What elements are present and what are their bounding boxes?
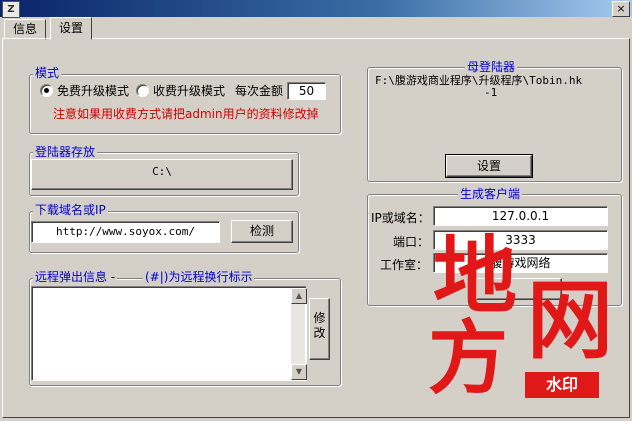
remote-hint: (#|)为远程换行标示 (143, 270, 255, 284)
amount-input[interactable]: 50 (287, 82, 326, 100)
storage-path-button[interactable]: C:\ (31, 159, 293, 190)
remote-scrollbar[interactable]: ▲ ▼ (291, 288, 307, 380)
check-button[interactable]: 检测 (231, 220, 293, 243)
master-path-line2: -1 (484, 86, 498, 99)
mode-legend: 模式 (33, 66, 62, 80)
radio-paid-label[interactable]: 收费升级模式 (153, 82, 225, 99)
download-url-input[interactable]: http://www.soyox.com/ (31, 221, 220, 243)
watermark-char-3: 网 (527, 270, 613, 371)
master-path-line1: F:\腹游戏商业程序\升级程序\Tobin.hk (375, 74, 583, 87)
scroll-up-arrow-icon[interactable]: ▲ (291, 288, 307, 304)
ip-input[interactable]: 127.0.0.1 (433, 206, 608, 226)
scroll-down-arrow-icon[interactable]: ▼ (291, 364, 307, 380)
title-bar (0, 0, 632, 17)
app-icon: Z (2, 1, 20, 18)
radio-selected-dot (44, 88, 49, 93)
tab-info[interactable]: 信息 (4, 19, 47, 40)
amount-label: 每次金额 (235, 84, 284, 98)
modify-button-label: 修改 (313, 311, 326, 340)
close-button[interactable]: × (612, 1, 630, 17)
remote-message-textarea[interactable] (31, 286, 307, 381)
client-legend: 生成客户端 (458, 187, 523, 201)
watermark-stamp: 水印 (525, 372, 599, 398)
modify-button[interactable]: 修改 (309, 298, 330, 360)
studio-label: 工作室： (380, 258, 429, 272)
master-settings-button[interactable]: 设置 (445, 154, 533, 178)
radio-free-mode[interactable] (40, 84, 53, 97)
download-legend: 下载域名或IP (33, 203, 108, 217)
radio-free-label[interactable]: 免费升级模式 (57, 82, 129, 99)
radio-paid-mode[interactable] (136, 84, 149, 97)
remote-legend: 远程弹出信息 - (33, 270, 118, 284)
ip-label: IP或域名： (371, 211, 430, 225)
storage-path-text: C:\ (152, 165, 172, 178)
warning-text: 注意如果用收费方式请把admin用户的资料修改掉 (53, 107, 319, 121)
watermark-char-2: 方 (428, 311, 508, 405)
tab-settings[interactable]: 设置 (50, 17, 93, 40)
port-label: 端口： (393, 235, 430, 249)
storage-legend: 登陆器存放 (33, 145, 98, 159)
